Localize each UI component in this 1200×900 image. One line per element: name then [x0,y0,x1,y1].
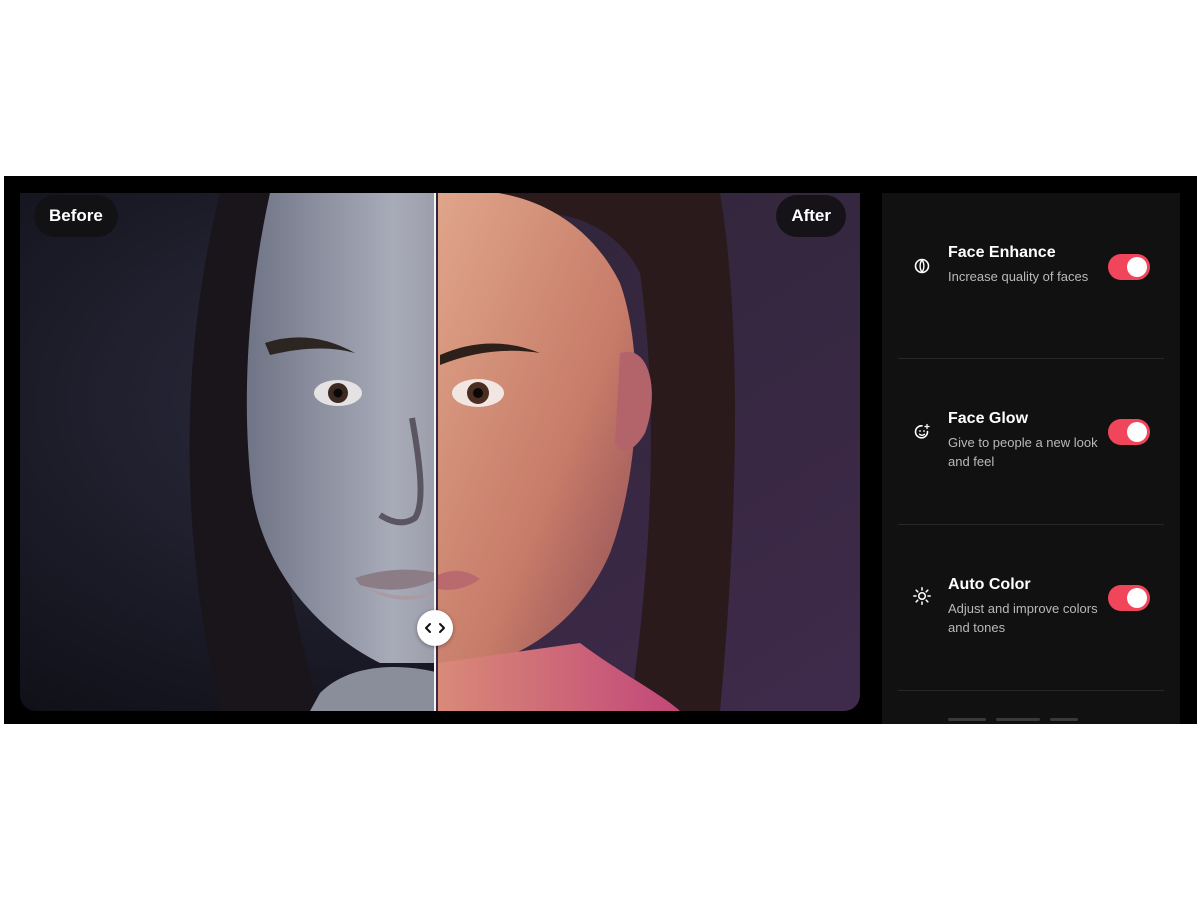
toggle-knob [1127,588,1147,608]
face-glow-toggle[interactable] [1108,419,1150,445]
setting-description: Increase quality of faces [948,269,1089,284]
comparison-slider-handle[interactable] [416,610,453,646]
before-after-comparison[interactable]: Before After [20,193,860,711]
setting-description: Give to people a new look and feel [948,435,1098,469]
face-enhance-icon [914,258,930,274]
cutoff-text-fragment [1050,718,1078,721]
after-label: After [776,195,846,237]
setting-title: Face Glow [948,410,1029,427]
setting-title: Face Enhance [948,244,1056,261]
face-enhance-toggle[interactable] [1108,254,1150,280]
cutoff-text-fragment [948,718,986,721]
setting-face-glow: Face Glow Give to people a new look and … [898,359,1164,525]
left-right-arrows-icon [424,623,445,633]
face-glow-icon [914,423,930,439]
photo-enhancer-app: Before After Face Enhance Increase quali… [4,176,1197,724]
setting-face-enhance: Face Enhance Increase quality of faces [898,193,1164,359]
setting-auto-color: Auto Color Adjust and improve colors and… [898,525,1164,691]
setting-title: Auto Color [948,576,1031,593]
before-label: Before [34,195,118,237]
sun-icon [913,587,931,605]
setting-description: Adjust and improve colors and tones [948,601,1098,635]
toggle-knob [1127,422,1147,442]
next-setting-cutoff [948,718,1078,724]
toggle-knob [1127,257,1147,277]
settings-panel: Face Enhance Increase quality of faces F… [882,193,1180,724]
auto-color-toggle[interactable] [1108,585,1150,611]
cutoff-text-fragment [996,718,1040,721]
